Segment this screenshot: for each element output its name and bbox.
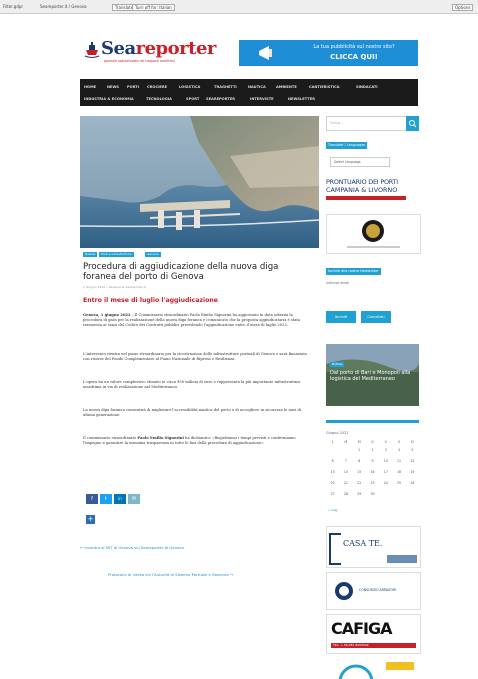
nav-item-news[interactable]: NEWS <box>107 85 119 89</box>
nav-item-cantieristica[interactable]: CANTIERISTICA <box>309 85 340 89</box>
article-paragraph-4: La nuova diga foranea consentirà di migl… <box>83 408 302 418</box>
previous-post-link[interactable]: ← Incontro al MIT di Genova sui Searepor… <box>80 545 184 550</box>
share-facebook-button[interactable]: f <box>86 494 98 504</box>
share-more-plus-icon[interactable]: + <box>86 515 95 524</box>
next-post-link[interactable]: Protocollo di intesa tra l'Autorità di S… <box>108 572 233 577</box>
ad-bottom-partial[interactable] <box>326 658 419 679</box>
advertise-banner[interactable]: La tua pubblicità sul nostro sito? CLICC… <box>239 40 418 66</box>
calendar-divider <box>326 420 419 423</box>
emblem-ad[interactable] <box>326 214 421 254</box>
translate-bar-middle-text: Seareporter.it / Genova <box>40 4 87 9</box>
tag-notizie[interactable]: Notizie <box>83 252 98 257</box>
calendar-prev-month-link[interactable]: « mag <box>328 508 337 512</box>
article-title: Procedura di aggiudicazione della nuova … <box>83 262 279 282</box>
calendar-title: Giugno 2022 <box>326 431 349 435</box>
ad-consorzio[interactable]: CONSORZIO ARMATORI <box>326 572 421 610</box>
ship-logo-icon <box>84 42 100 58</box>
newsletter-unsubscribe-button[interactable]: Cancellati <box>361 311 391 323</box>
translate-widget-title: Translate / Languages <box>326 142 368 149</box>
nav-item-industria[interactable]: INDUSTRIA & ECONOMIA <box>84 97 134 101</box>
tag-genova[interactable]: Genova <box>145 252 161 257</box>
nav-item-interviste[interactable]: INTERVISTE <box>250 97 274 101</box>
tag-porti[interactable]: Porti e infrastrutture <box>99 252 134 257</box>
bottom-ad-logo-icon <box>338 662 414 679</box>
article-hero-image <box>80 116 319 248</box>
article-paragraph-3: L'opera ha un valore complessivo stimato… <box>83 380 301 390</box>
banner-line2: CLICCA QUI! <box>330 53 378 61</box>
nav-item-logistica[interactable]: LOGISTICA <box>179 85 200 89</box>
ad-cafiga[interactable]: CAFIGA TEL. + 39 081 8293549 <box>326 614 421 654</box>
calendar-row: 27 28 29 30 <box>330 491 375 496</box>
prontuario-banner[interactable]: PRONTUARIO DEI PORTI CAMPANIA & LIVORNO <box>326 178 419 208</box>
share-twitter-button[interactable]: t <box>100 494 112 504</box>
search-button[interactable] <box>406 116 419 131</box>
featured-news-tag[interactable]: Notizie <box>330 362 345 367</box>
nav-item-porti[interactable]: PORTI <box>127 85 139 89</box>
article-subtitle: Entro il mese di luglio l'aggiudicazione <box>83 297 218 304</box>
translate-bar-left-text: Filter.gdpr <box>3 4 24 9</box>
newsletter-widget-title: Iscriviti alla nostra Newsletter <box>326 268 381 275</box>
main-navigation: HOME NEWS PORTI CROCIERE LOGISTICA TRAGH… <box>80 79 418 106</box>
emblem-icon <box>347 220 400 248</box>
calendar-row: 12345 <box>358 447 414 452</box>
nav-item-newsletter[interactable]: NEWSLETTER <box>288 97 315 101</box>
article-paragraph-5: Il commissario straordinario Paolo Emili… <box>83 436 296 446</box>
banner-line1: La tua pubblicità sul nostro sito? <box>313 44 395 50</box>
calendar-row: 13 14 15 16 17 18 19 <box>330 469 415 474</box>
consorzio-logo-icon <box>335 582 353 600</box>
translate-options-button[interactable]: Options <box>452 4 474 11</box>
logo-wordmark: Seareporter <box>101 38 216 59</box>
featured-news-card[interactable]: Notizie Dal porto di Bari e Monopoli all… <box>326 344 419 406</box>
ad-casa-te-frame-icon <box>329 533 341 565</box>
calendar-row: 6 7 8 9 10 11 12 <box>331 458 415 463</box>
logo-tagline: giornale specializzato nei trasporti mar… <box>104 59 175 63</box>
article-meta: 2 Giugno 2022 • Redazione Seareporter.it <box>83 285 146 289</box>
ad-casa-te-ship-image <box>387 555 417 563</box>
browser-translate-bar: Filter.gdpr Seareporter.it / Genova Tran… <box>0 0 478 14</box>
nav-item-ambiente[interactable]: AMBIENTE <box>276 85 297 89</box>
nav-item-tecnologia[interactable]: TECNOLOGIA <box>146 97 172 101</box>
newsletter-email-field[interactable]: Indirizzo email <box>326 281 349 285</box>
article-paragraph-2: L'intervento rientra nel piano straordin… <box>83 352 308 362</box>
turn-off-translate-button[interactable]: Turn off for: Italian <box>132 4 175 11</box>
port-aerial-image <box>80 116 319 248</box>
calendar-table: LMMGVSD 12345 6 7 8 9 10 11 12 13 14 15 16 17 18 19 … <box>326 440 419 499</box>
megaphone-icon <box>259 46 272 60</box>
nav-item-searporter[interactable]: SEAREPORTER <box>206 97 235 101</box>
nav-item-sindacati[interactable]: SINDACATI <box>356 85 378 89</box>
share-email-button[interactable]: ✉ <box>128 494 140 504</box>
calendar-row: 20 21 22 23 24 25 26 <box>330 480 415 485</box>
nav-item-home[interactable]: HOME <box>84 85 96 89</box>
nav-item-nautica[interactable]: NAUTICA <box>248 85 266 89</box>
article-paragraph-1: Genova, 1 giugno 2022 – Il Commissario s… <box>83 313 301 328</box>
share-linkedin-button[interactable]: in <box>114 494 126 504</box>
language-select[interactable]: Select Language <box>330 157 390 167</box>
nav-item-crociere[interactable]: CROCIERE <box>147 85 167 89</box>
nav-item-traghetti[interactable]: TRAGHETTI <box>214 85 237 89</box>
site-logo[interactable]: Seareporter giornale specializzato nei t… <box>84 38 219 66</box>
newsletter-subscribe-button[interactable]: Iscriviti <box>326 311 356 323</box>
search-icon <box>409 120 417 128</box>
nav-item-sport[interactable]: SPORT <box>186 97 199 101</box>
search-input[interactable]: Cerca… <box>326 116 408 131</box>
featured-news-title: Dal porto di Bari e Monopoli alla logist… <box>330 370 411 382</box>
ad-casa-te[interactable]: CASA TE. <box>326 526 421 568</box>
